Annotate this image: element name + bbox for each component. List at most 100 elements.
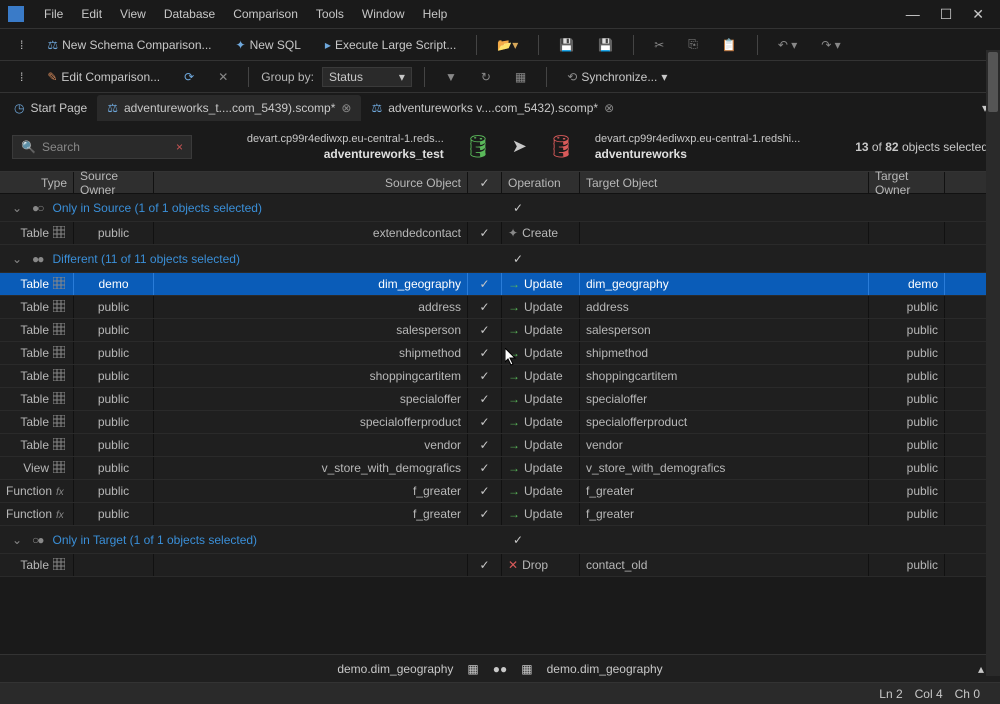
filter-button[interactable]: ▼: [437, 66, 465, 88]
row-checkbox[interactable]: ✓: [468, 273, 502, 295]
menu-comparison[interactable]: Comparison: [225, 3, 306, 25]
group-label[interactable]: Only in Target (1 of 1 objects selected): [53, 533, 258, 547]
redo-button[interactable]: ↷ ▾: [813, 34, 848, 56]
group-header[interactable]: ⌄●○Only in Source (1 of 1 objects select…: [0, 194, 1000, 222]
row-source-object: specialoffer: [154, 388, 468, 410]
save-button[interactable]: 💾: [551, 34, 582, 56]
group-check[interactable]: ✓: [513, 201, 523, 215]
undo-button[interactable]: ↶ ▾: [770, 34, 805, 56]
table-row[interactable]: Table ✓✕Dropcontact_oldpublic: [0, 554, 1000, 577]
row-checkbox[interactable]: ✓: [468, 554, 502, 576]
row-checkbox[interactable]: ✓: [468, 434, 502, 456]
table-row[interactable]: Function fxpublicf_greater✓→Updatef_grea…: [0, 503, 1000, 526]
table-row[interactable]: Table demodim_geography✓→Updatedim_geogr…: [0, 273, 1000, 296]
row-checkbox[interactable]: ✓: [468, 457, 502, 479]
row-checkbox[interactable]: ✓: [468, 365, 502, 387]
table-row[interactable]: Function fxpublicf_greater✓→Updatef_grea…: [0, 480, 1000, 503]
col-target-object[interactable]: Target Object: [580, 172, 869, 193]
tab[interactable]: ⚖adventureworks_t....com_5439).scomp*⊗: [97, 95, 361, 121]
copy-button[interactable]: ⎘: [680, 33, 706, 56]
tab-close-icon[interactable]: ⊗: [341, 101, 351, 115]
chevron-down-icon[interactable]: ⌄: [12, 201, 22, 215]
group-by-dropdown[interactable]: Status▾: [322, 67, 412, 87]
col-check[interactable]: ✓: [468, 172, 502, 193]
cut-button[interactable]: ✂: [646, 34, 672, 56]
row-checkbox[interactable]: ✓: [468, 296, 502, 318]
clear-search-icon[interactable]: ×: [176, 140, 183, 154]
row-type: Function fx: [0, 503, 74, 525]
tab[interactable]: ◷Start Page: [4, 95, 97, 121]
close-button[interactable]: ✕: [972, 6, 984, 23]
synchronize-button[interactable]: ⟲ Synchronize... ▾: [559, 66, 675, 88]
row-operation: →Update: [502, 296, 580, 318]
swap-button[interactable]: ↻: [473, 66, 499, 88]
title-bar: FileEditViewDatabaseComparisonToolsWindo…: [0, 0, 1000, 28]
row-target-owner: public: [869, 480, 945, 502]
menu-view[interactable]: View: [112, 3, 154, 25]
minimize-button[interactable]: ―: [906, 6, 920, 23]
dropdown-icon[interactable]: ⁞: [12, 34, 31, 56]
dropdown-icon[interactable]: ⁞: [12, 66, 31, 88]
row-checkbox[interactable]: ✓: [468, 222, 502, 244]
row-checkbox[interactable]: ✓: [468, 388, 502, 410]
scrollbar[interactable]: [986, 122, 1000, 676]
table-row[interactable]: Table publicvendor✓→Updatevendorpublic: [0, 434, 1000, 457]
table-row[interactable]: View publicv_store_with_demografics✓→Upd…: [0, 457, 1000, 480]
group-by-label: Group by:: [261, 70, 314, 84]
group-label[interactable]: Only in Source (1 of 1 objects selected): [53, 201, 262, 215]
col-target-owner[interactable]: Target Owner: [869, 172, 945, 193]
row-checkbox[interactable]: ✓: [468, 342, 502, 364]
table-row[interactable]: Table publicspecialofferproduct✓→Updates…: [0, 411, 1000, 434]
type-icon: [53, 323, 67, 337]
row-checkbox[interactable]: ✓: [468, 319, 502, 341]
group-check[interactable]: ✓: [513, 533, 523, 547]
tab[interactable]: ⚖adventureworks v....com_5432).scomp*⊗: [361, 95, 624, 121]
row-operation: →Update: [502, 342, 580, 364]
search-input[interactable]: 🔍 Search ×: [12, 135, 192, 159]
row-checkbox[interactable]: ✓: [468, 411, 502, 433]
table-row[interactable]: Table publicsalesperson✓→Updatesalespers…: [0, 319, 1000, 342]
save-all-button[interactable]: 💾: [590, 34, 621, 56]
group-label[interactable]: Different (11 of 11 objects selected): [53, 252, 240, 266]
group-header[interactable]: ⌄●●Different (11 of 11 objects selected)…: [0, 245, 1000, 273]
row-checkbox[interactable]: ✓: [468, 480, 502, 502]
row-target-owner: public: [869, 457, 945, 479]
menu-window[interactable]: Window: [354, 3, 413, 25]
menu-file[interactable]: File: [36, 3, 71, 25]
group-header[interactable]: ⌄○●Only in Target (1 of 1 objects select…: [0, 526, 1000, 554]
paste-button[interactable]: 📋: [714, 34, 745, 56]
new-sql-button[interactable]: ✦ New SQL: [228, 34, 309, 56]
chevron-down-icon[interactable]: ⌄: [12, 533, 22, 547]
execute-button[interactable]: ▸ Execute Large Script...: [317, 34, 464, 56]
expand-icon[interactable]: ▴: [978, 662, 984, 676]
row-source-object: shipmethod: [154, 342, 468, 364]
tab-close-icon[interactable]: ⊗: [604, 101, 614, 115]
table-row[interactable]: Table publicshoppingcartitem✓→Updateshop…: [0, 365, 1000, 388]
col-source-owner[interactable]: Source Owner: [74, 172, 154, 193]
edit-comparison-button[interactable]: ✎ Edit Comparison...: [39, 66, 168, 88]
group-check[interactable]: ✓: [513, 252, 523, 266]
menu-database[interactable]: Database: [156, 3, 223, 25]
menu-tools[interactable]: Tools: [308, 3, 352, 25]
row-operation: →Update: [502, 365, 580, 387]
chevron-down-icon[interactable]: ⌄: [12, 252, 22, 266]
cancel-button[interactable]: ✕: [210, 66, 236, 88]
col-source-object[interactable]: Source Object: [154, 172, 468, 193]
menu-edit[interactable]: Edit: [73, 3, 110, 25]
maximize-button[interactable]: ☐: [940, 6, 953, 23]
open-button[interactable]: 📂▾: [489, 34, 526, 56]
row-operation: →Update: [502, 388, 580, 410]
status-bar: Ln 2 Col 4 Ch 0: [0, 682, 1000, 704]
col-type[interactable]: Type: [0, 172, 74, 193]
table-row[interactable]: Table publicextendedcontact✓✦Create: [0, 222, 1000, 245]
table-row[interactable]: Table publicshipmethod✓→Updateshipmethod…: [0, 342, 1000, 365]
row-checkbox[interactable]: ✓: [468, 503, 502, 525]
menu-help[interactable]: Help: [415, 3, 456, 25]
report-button[interactable]: ▦: [507, 66, 534, 88]
table-row[interactable]: Table publicaddress✓→Updateaddresspublic: [0, 296, 1000, 319]
new-schema-button[interactable]: ⚖ New Schema Comparison...: [39, 34, 219, 56]
col-operation[interactable]: Operation: [502, 172, 580, 193]
refresh-button[interactable]: ⟳: [176, 66, 202, 88]
type-icon: [53, 346, 67, 360]
table-row[interactable]: Table publicspecialoffer✓→Updatespecialo…: [0, 388, 1000, 411]
